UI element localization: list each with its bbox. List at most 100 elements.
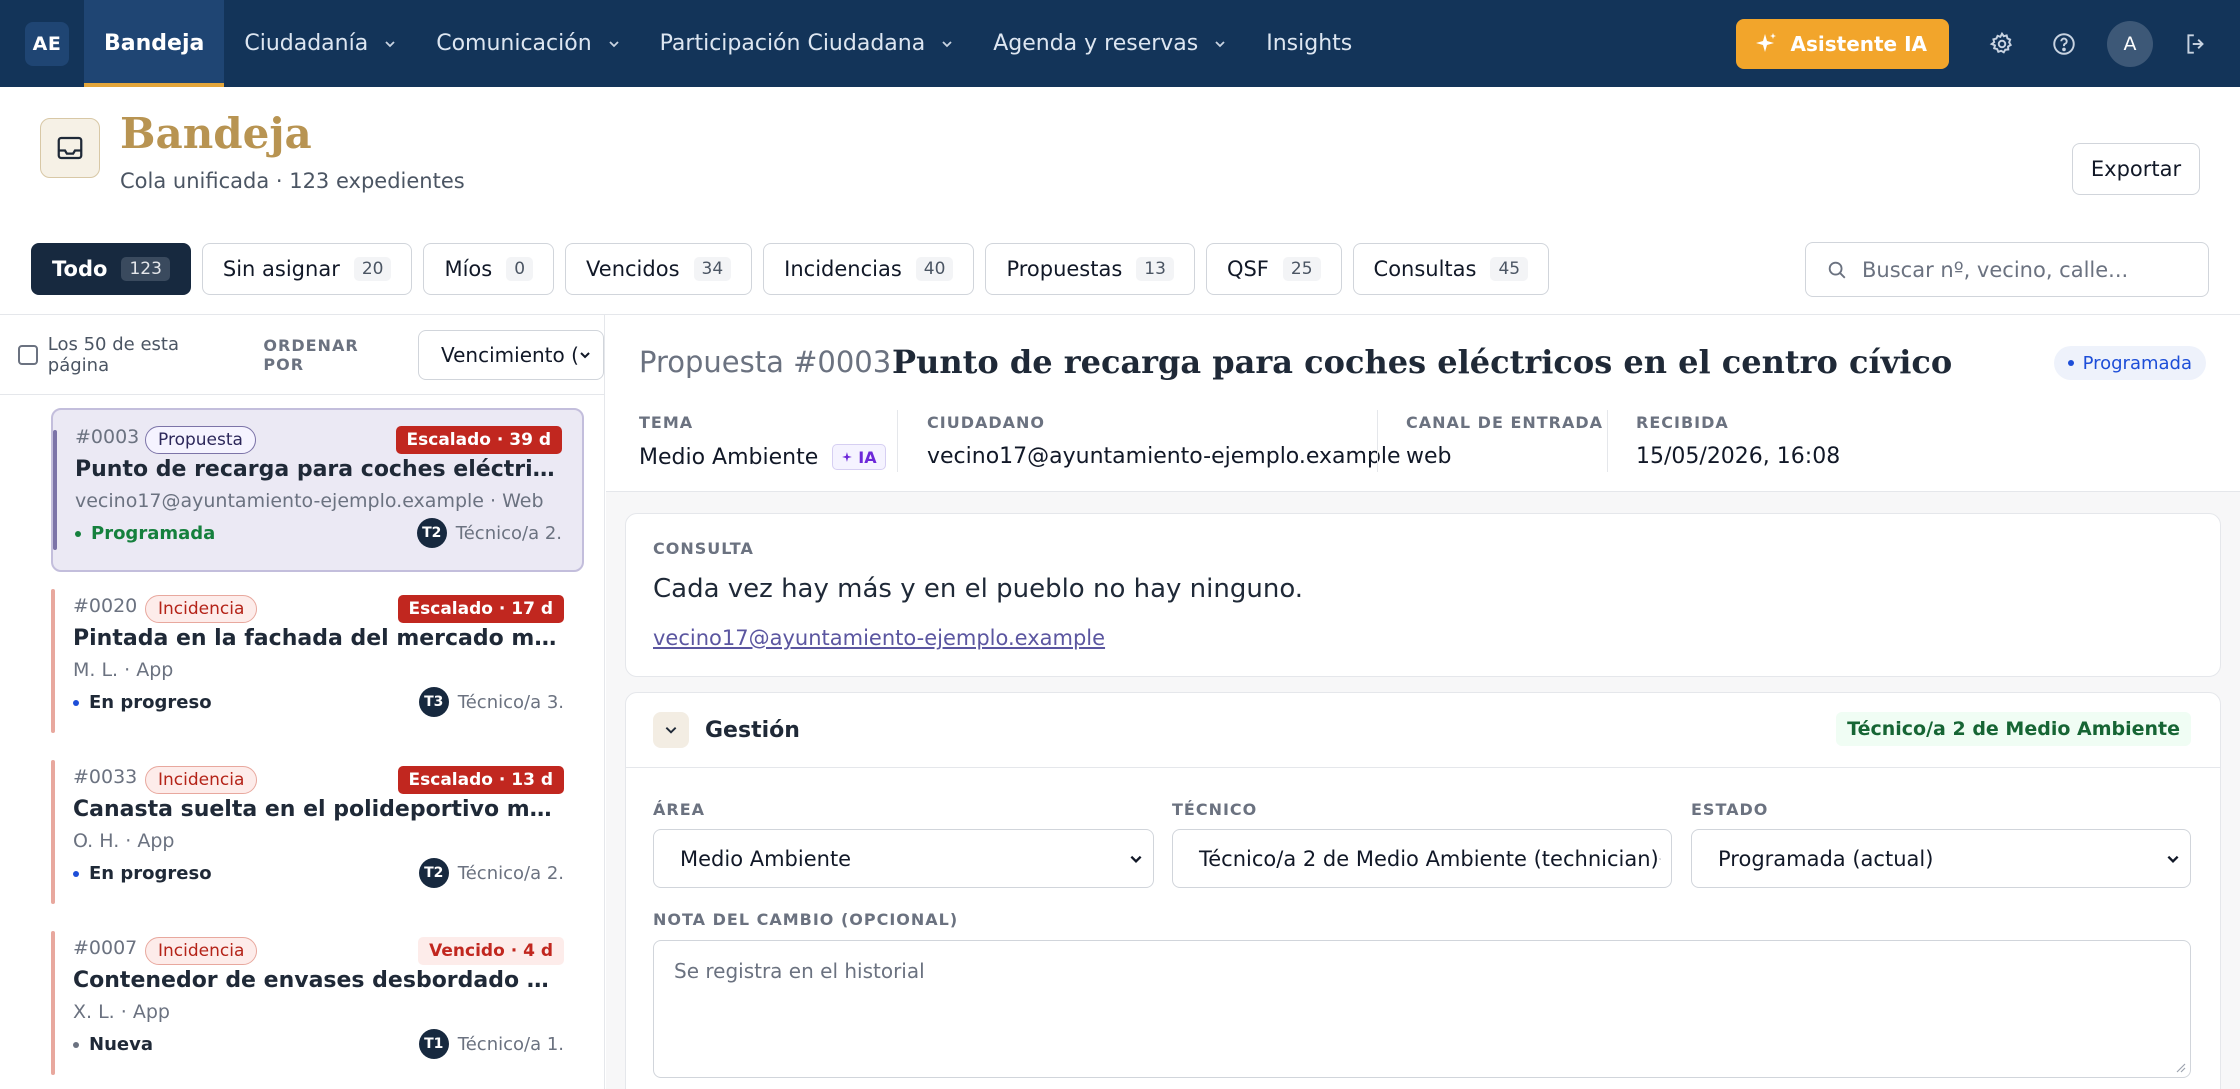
tecnico-select[interactable]: Técnico/a 2 de Medio Ambiente (technicia… [1172,829,1672,888]
case-card[interactable]: #0003 Propuesta Escalado · 39 d Punto de… [51,408,584,572]
help-icon [2053,32,2075,55]
case-card[interactable]: #0020 Incidencia Escalado · 17 d Pintada… [51,579,584,743]
case-meta: X. L. · App [73,1001,170,1023]
order-by-select[interactable]: Vencimiento ( [418,329,604,380]
tecnico-value: Técnico/a 2 de Medio Ambiente (technicia… [1199,846,1659,871]
consulta-text: Cada vez hay más y en el pueblo no hay n… [653,574,1304,604]
filter-vencidos[interactable]: Vencidos 34 [565,243,753,295]
card-accent-bar [51,931,55,1075]
filter-count: 25 [1282,257,1321,281]
detail-title: Punto de recarga para coches eléctricos … [892,343,1953,381]
case-status-badge: Escalado · 39 d [395,426,562,454]
page-subtitle: Cola unificada · 123 expedientes [120,169,465,193]
meta-value: web [1406,444,1452,469]
chevron-down-icon [942,40,952,47]
case-id: #0020 [73,595,138,617]
meta-value: 15/05/2026, 16:08 [1636,444,1841,469]
chevron-down-icon [1215,40,1225,47]
citizen-email-link[interactable]: vecino17@ayuntamiento-ejemplo.example [653,626,1105,650]
technician-name: Técnico/a 1. [457,1033,564,1055]
state-dot [75,530,81,537]
nav-item-insights[interactable]: Insights [1246,0,1372,87]
collapse-toggle[interactable] [653,712,689,748]
order-by-value: Vencimiento ( [441,342,579,367]
sparkle-icon [1756,32,1777,52]
nota-label: NOTA DEL CAMBIO (OPCIONAL) [653,910,959,929]
nav-item-label: Ciudadanía [244,31,369,56]
gestion-header[interactable]: Gestión Técnico/a 2 de Medio Ambiente [626,693,2220,768]
nav-item-bandeja[interactable]: Bandeja [84,0,225,87]
case-state-label: Nueva [89,1034,153,1055]
case-status-badge: Vencido · 4 d [418,937,564,965]
nav-item-participacion[interactable]: Participación Ciudadana [640,0,974,87]
nav-item-label: Insights [1266,31,1353,56]
app-logo[interactable]: AE [25,21,69,66]
meta-label: RECIBIDA [1636,413,1729,432]
case-card[interactable]: #0033 Incidencia Escalado · 13 d Canasta… [51,750,584,914]
case-id: #0003 [75,426,140,448]
search-input[interactable] [1862,257,2192,282]
logout-icon [2187,33,2204,54]
nota-textarea[interactable]: Se registra en el historial [653,940,2191,1078]
divider [897,410,898,472]
detail-status-badge: Programada [2053,346,2206,380]
area-value: Medio Ambiente [680,846,852,871]
help-button[interactable] [2042,22,2086,66]
chevron-down-icon [1130,855,1142,863]
technician-avatar: T1 [418,1029,449,1059]
estado-select[interactable]: Programada (actual) [1691,829,2191,888]
state-dot [73,870,79,877]
chevron-down-icon [1658,857,1661,860]
case-card[interactable]: #0007 Incidencia Vencido · 4 d Contenedo… [51,921,584,1085]
filter-label: QSF [1226,257,1269,281]
meta-label: TEMA [639,413,694,432]
filter-label: Consultas [1373,257,1477,281]
meta-label: CIUDADANO [927,413,1046,432]
filter-count: 13 [1136,257,1174,281]
assigned-technician-badge: Técnico/a 2 de Medio Ambiente [1836,712,2191,746]
case-assignee: T3 Técnico/a 3. [418,687,564,717]
resize-handle-icon[interactable] [2174,1061,2186,1073]
meta-value-row: Medio Ambiente IA [639,444,886,470]
detail-status-label: Programada [2082,352,2192,374]
chevron-down-icon [665,727,677,734]
filter-mios[interactable]: Míos 0 [423,243,555,295]
divider [1607,410,1608,472]
assistant-ai-button[interactable]: Asistente IA [1736,18,1949,69]
order-by-label: ORDENAR POR [263,335,359,374]
case-assignee: T1 Técnico/a 1. [418,1029,564,1059]
filter-label: Vencidos [586,257,680,281]
select-all-label: Los 50 de esta página [47,333,179,376]
ai-badge[interactable]: IA [832,444,886,470]
estado-value: Programada (actual) [1718,846,1934,871]
user-avatar[interactable]: A [2107,20,2153,67]
meta-value: Medio Ambiente [639,444,819,470]
filter-incidencias[interactable]: Incidencias 40 [763,243,975,295]
case-id: #0033 [73,766,138,788]
filter-todo[interactable]: Todo 123 [31,243,191,295]
case-type-badge: Incidencia [145,595,258,623]
filter-qsf[interactable]: QSF 25 [1205,243,1342,295]
case-assignee: T2 Técnico/a 2. [416,518,562,548]
case-state: En progreso [73,692,212,713]
tecnico-label: TÉCNICO [1172,800,1258,819]
case-state: Nueva [73,1034,153,1055]
case-state-label: En progreso [89,863,212,884]
settings-button[interactable] [1980,22,2024,66]
meta-canal: CANAL DE ENTRADA web [1406,413,1603,469]
area-select[interactable]: Medio Ambiente [653,829,1154,888]
nav-item-comunicacion[interactable]: Comunicación [416,0,639,87]
select-all-checkbox[interactable] [18,344,38,365]
case-type-badge: Incidencia [145,766,258,794]
nav-item-agenda[interactable]: Agenda y reservas [973,0,1246,87]
filter-label: Propuestas [1006,257,1123,281]
gestion-title: Gestión [705,717,800,743]
export-button[interactable]: Exportar [2072,143,2200,195]
area-label: ÁREA [653,800,706,819]
chevron-down-icon [609,40,619,47]
filter-propuestas[interactable]: Propuestas 13 [985,243,1195,295]
filter-sin-asignar[interactable]: Sin asignar 20 [201,243,413,295]
logout-button[interactable] [2174,22,2218,66]
filter-consultas[interactable]: Consultas 45 [1352,243,1550,295]
nav-item-ciudadania[interactable]: Ciudadanía [224,0,416,87]
